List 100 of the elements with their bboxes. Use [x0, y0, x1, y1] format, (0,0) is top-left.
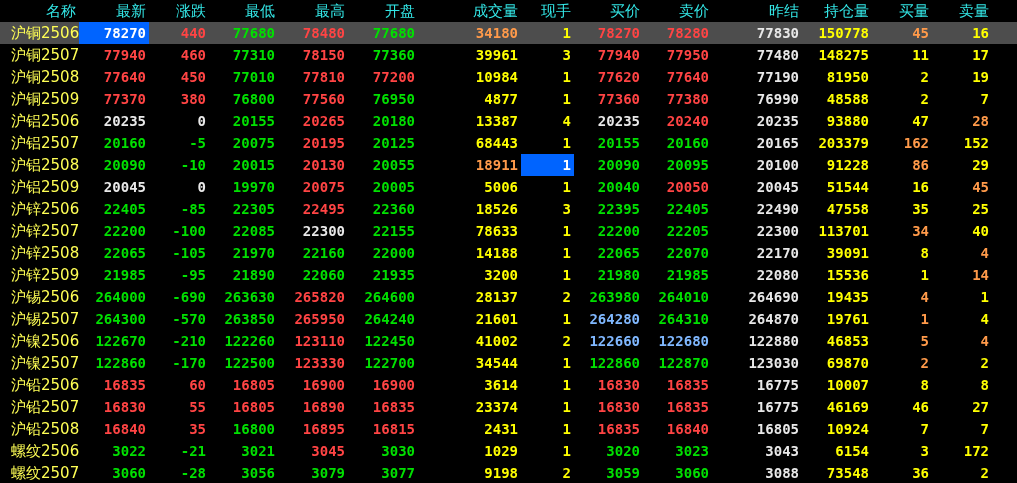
table-cell: 16890 [302, 400, 345, 414]
table-cell: 22070 [666, 246, 709, 260]
table-cell: 162 [903, 136, 929, 150]
table-cell: 4 [920, 290, 929, 304]
table-cell: 20045 [756, 180, 799, 194]
table-cell: 122260 [224, 334, 275, 348]
table-cell: 122660 [589, 334, 640, 348]
table-cell: 77360 [597, 92, 640, 106]
table-cell: 78280 [666, 26, 709, 40]
table-cell: 14 [972, 268, 989, 282]
table-cell: 3022 [112, 444, 146, 458]
selected-row[interactable]: 沪铜2506 78270 440 77680 78480 77680 34180 1 78270 78280 77830 150778 45 16 [0, 22, 1017, 44]
table-cell: 77200 [372, 70, 415, 84]
table-cell: 440 [180, 26, 206, 40]
table-cell: 20045 [103, 180, 146, 194]
table-cell: 460 [180, 48, 206, 62]
table-cell: 86 [912, 158, 929, 172]
table-cell: 20100 [756, 158, 799, 172]
table-cell: -5 [189, 136, 206, 150]
table-cell: 60 [189, 378, 206, 392]
table-cell: 264010 [658, 290, 709, 304]
table-cell: 77950 [666, 48, 709, 62]
table-cell: 68443 [475, 136, 518, 150]
table-cell: 22360 [372, 202, 415, 216]
contract-name: 沪铜2508 [11, 66, 80, 88]
contract-name: 沪铅2508 [11, 418, 80, 440]
table-cell: 264690 [748, 290, 799, 304]
table-cell: 22395 [597, 202, 640, 216]
table-cell: 76990 [756, 92, 799, 106]
table-cell: 122450 [364, 334, 415, 348]
table-cell: 35 [912, 202, 929, 216]
table-cell: 2431 [484, 422, 518, 436]
contract-name: 沪铝2506 [11, 110, 80, 132]
column-header: 名称 [46, 0, 76, 22]
table-cell: 20075 [232, 136, 275, 150]
table-cell: 16835 [666, 400, 709, 414]
table-cell: 264300 [95, 312, 146, 326]
table-cell: 265820 [294, 290, 345, 304]
table-cell: 28 [972, 114, 989, 128]
table-cell: -85 [180, 202, 206, 216]
table-cell: 77620 [597, 70, 640, 84]
table-cell: 1029 [484, 444, 518, 458]
table-cell: 77370 [103, 92, 146, 106]
table-cell: 2 [562, 334, 571, 348]
table-cell: 77680 [372, 26, 415, 40]
table-cell: 3200 [484, 268, 518, 282]
table-cell: 7 [920, 422, 929, 436]
table-cell: 2 [920, 92, 929, 106]
column-header: 最高 [315, 0, 345, 22]
table-cell: -170 [172, 356, 206, 370]
table-cell: 93880 [826, 114, 869, 128]
table-cell: 21985 [666, 268, 709, 282]
table-cell: 3045 [311, 444, 345, 458]
contract-name: 沪锌2506 [11, 198, 80, 220]
table-cell: 21980 [597, 268, 640, 282]
table-cell: 20155 [232, 114, 275, 128]
table-cell: 122860 [589, 356, 640, 370]
table-cell: 20195 [302, 136, 345, 150]
table-cell: 20075 [302, 180, 345, 194]
table-cell: 16805 [756, 422, 799, 436]
table-cell: 1 [562, 70, 571, 84]
table-cell: 1 [562, 136, 571, 150]
table-cell: 1 [920, 312, 929, 326]
table-cell: 77480 [756, 48, 799, 62]
table-cell: 16900 [302, 378, 345, 392]
table-cell: 122680 [658, 334, 709, 348]
table-cell: 20160 [666, 136, 709, 150]
table-cell: 2 [980, 356, 989, 370]
contract-name: 螺纹2507 [11, 462, 80, 483]
table-cell: -21 [180, 444, 206, 458]
contract-name: 沪铜2507 [11, 44, 80, 66]
table-cell: 20240 [666, 114, 709, 128]
table-cell: 9198 [484, 466, 518, 480]
table-cell: -105 [172, 246, 206, 260]
column-header: 买价 [610, 0, 640, 22]
table-cell: 122700 [364, 356, 415, 370]
table-cell: 3 [562, 202, 571, 216]
table-cell: 77360 [372, 48, 415, 62]
table-cell: 264000 [95, 290, 146, 304]
contract-name: 沪锌2508 [11, 242, 80, 264]
table-cell: 34180 [475, 26, 518, 40]
table-cell: 0 [197, 114, 206, 128]
table-cell: 77640 [666, 70, 709, 84]
column-header: 卖价 [679, 0, 709, 22]
table-cell: 5006 [484, 180, 518, 194]
table-cell: 122860 [95, 356, 146, 370]
contract-name: 沪铝2507 [11, 132, 80, 154]
table-cell: 22065 [597, 246, 640, 260]
column-header: 现手 [541, 0, 571, 22]
table-cell: 78270 [597, 26, 640, 40]
table-cell: 78633 [475, 224, 518, 238]
table-cell: 122500 [224, 356, 275, 370]
table-cell: 48588 [826, 92, 869, 106]
table-cell: 16830 [103, 400, 146, 414]
table-cell: 264310 [658, 312, 709, 326]
table-cell: 122880 [748, 334, 799, 348]
table-cell: 152 [963, 136, 989, 150]
table-cell: 46169 [826, 400, 869, 414]
table-cell: 77640 [103, 70, 146, 84]
table-cell: 172 [963, 444, 989, 458]
